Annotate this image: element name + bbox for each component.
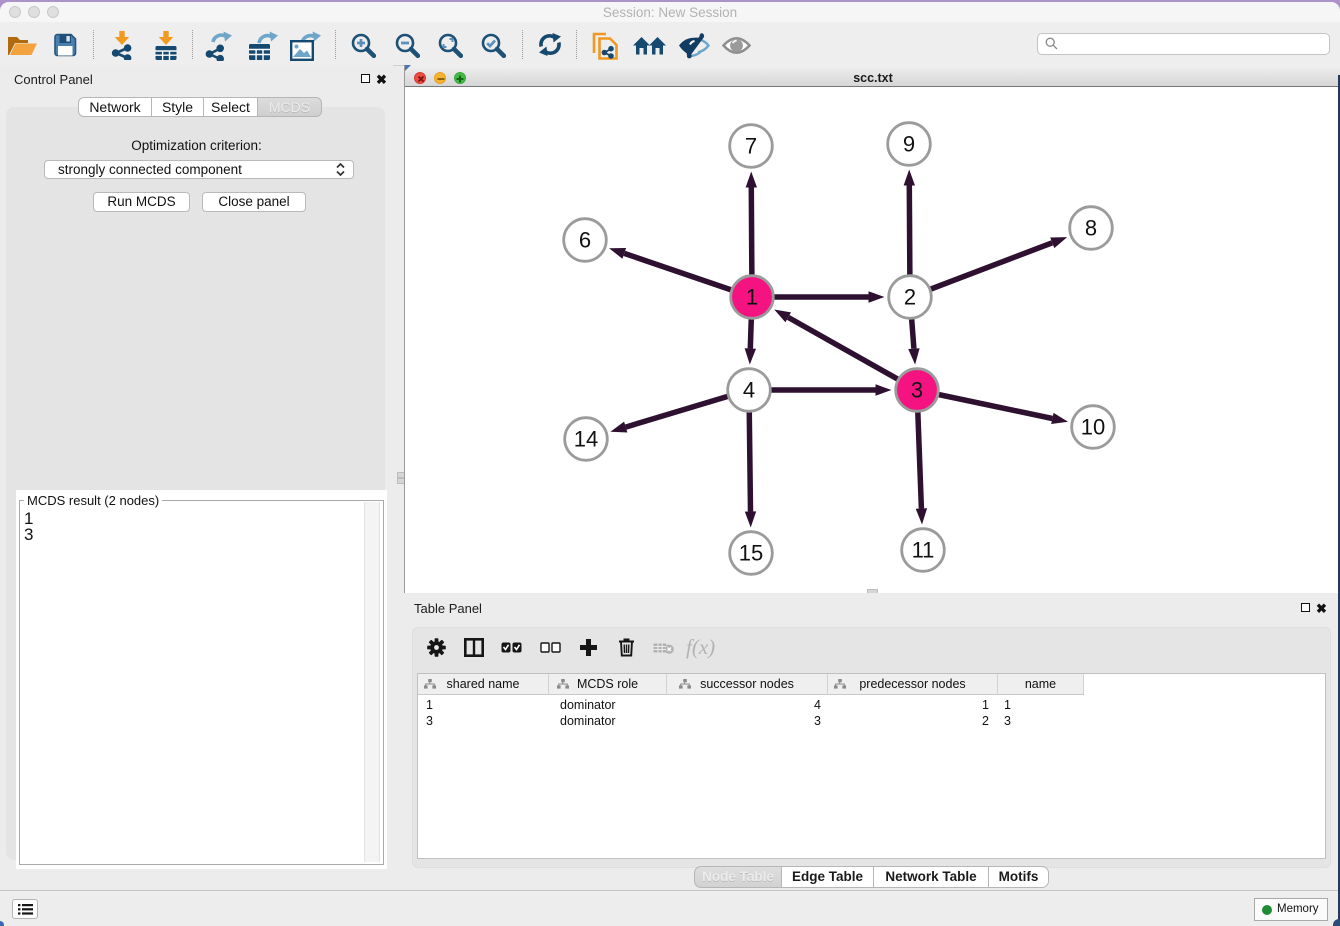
svg-text:9: 9 (903, 132, 915, 157)
svg-text:1: 1 (746, 285, 758, 310)
svg-text:6: 6 (579, 228, 591, 253)
svg-text:8: 8 (1085, 216, 1097, 241)
svg-text:14: 14 (574, 427, 598, 452)
svg-text:7: 7 (745, 134, 757, 159)
svg-text:2: 2 (904, 285, 916, 310)
svg-text:15: 15 (739, 541, 763, 566)
svg-text:10: 10 (1081, 415, 1105, 440)
svg-text:11: 11 (912, 538, 935, 563)
svg-text:4: 4 (743, 378, 755, 403)
svg-text:3: 3 (911, 378, 923, 403)
